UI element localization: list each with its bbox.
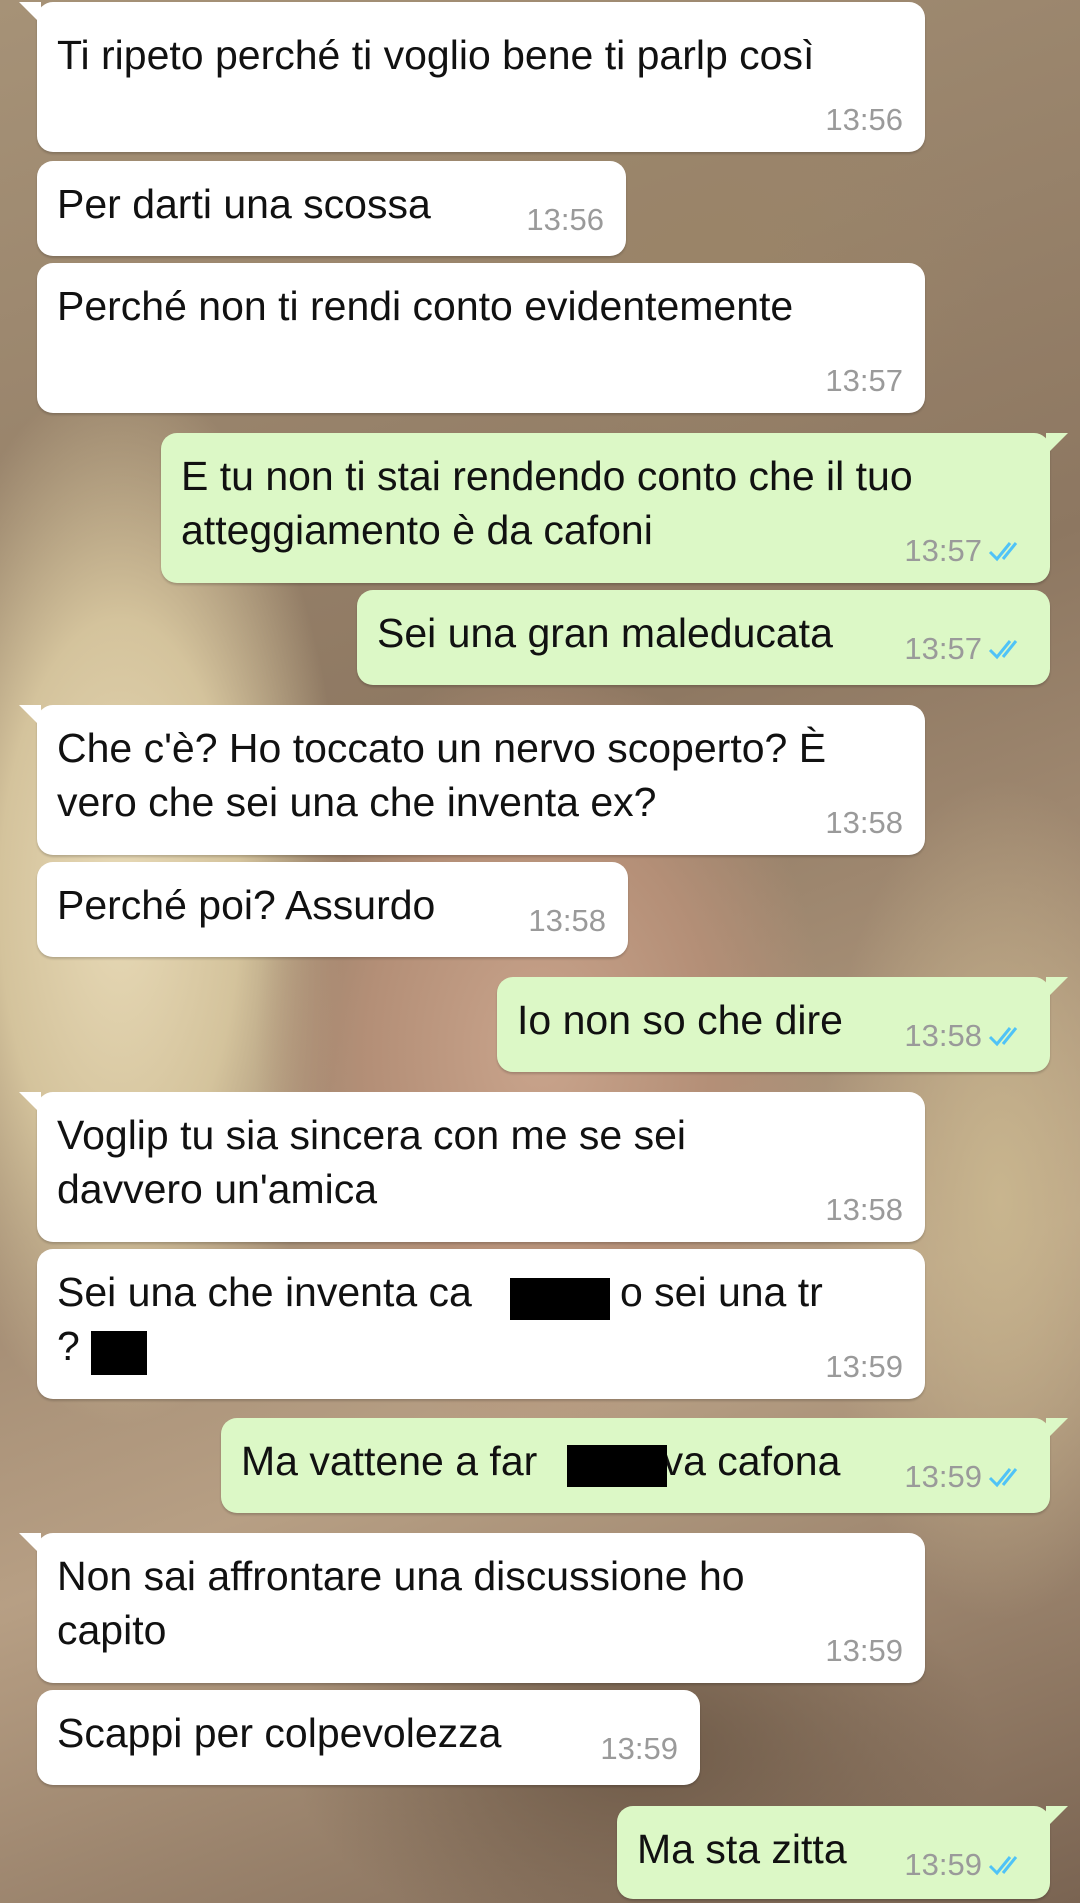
message-meta: 13:57 <box>904 631 1028 667</box>
message-list[interactable]: Ti ripeto perché ti voglio bene ti parlp… <box>0 0 1080 1903</box>
outgoing-message[interactable]: E tu non ti stai rendendo conto che il t… <box>161 433 1068 583</box>
message-time: 13:59 <box>825 1349 903 1384</box>
message-meta: 13:58 <box>825 1192 903 1228</box>
redaction-box <box>510 1278 610 1320</box>
message-time: 13:58 <box>528 903 606 938</box>
message-text: Che c'è? Ho toccato un nervo scoperto? È… <box>57 725 838 825</box>
outgoing-message[interactable]: Ma sta zitta 13:59 <box>617 1806 1068 1899</box>
message-text: Voglip tu sia sincera con me se sei davv… <box>57 1112 698 1212</box>
incoming-message[interactable]: Perché poi? Assurdo 13:58 <box>37 862 628 957</box>
incoming-message[interactable]: Che c'è? Ho toccato un nervo scoperto? È… <box>19 705 925 855</box>
message-text: Sei una che inventa ca e o sei una tr ? <box>57 1269 880 1369</box>
outgoing-message[interactable]: Sei una gran maleducata 13:57 <box>357 590 1050 685</box>
message-time: 13:59 <box>904 1847 982 1882</box>
message-text: Non sai affrontare una discussione ho ca… <box>57 1553 756 1653</box>
incoming-message[interactable]: Ti ripeto perché ti voglio bene ti parlp… <box>19 2 925 152</box>
double-check-icon <box>988 1468 1018 1488</box>
message-time: 13:57 <box>904 631 982 666</box>
message-time: 13:56 <box>526 202 604 237</box>
redaction-box <box>91 1331 147 1375</box>
incoming-message[interactable]: Per darti una scossa 13:56 <box>37 161 626 256</box>
incoming-message[interactable]: Sei una che inventa ca e o sei una tr ? … <box>37 1249 925 1399</box>
message-meta: 13:58 <box>528 903 606 939</box>
message-time: 13:59 <box>825 1633 903 1668</box>
double-check-icon <box>988 1027 1018 1047</box>
double-check-icon <box>988 640 1018 660</box>
message-time: 13:58 <box>904 1018 982 1053</box>
message-time: 13:58 <box>825 1192 903 1227</box>
message-text: Per darti una scossa <box>57 181 431 227</box>
message-text: Scappi per colpevolezza <box>57 1710 502 1756</box>
message-meta: 13:58 <box>825 805 903 841</box>
message-meta: 13:57 <box>904 533 1028 569</box>
message-time: 13:56 <box>825 102 903 137</box>
message-time: 13:58 <box>825 805 903 840</box>
message-meta: 13:59 <box>825 1349 903 1385</box>
double-check-icon <box>988 1856 1018 1876</box>
message-text: E tu non ti stai rendendo conto che il t… <box>181 453 925 553</box>
outgoing-message[interactable]: Io non so che dire 13:58 <box>497 977 1068 1072</box>
message-meta: 13:59 <box>904 1847 1028 1883</box>
message-time: 13:59 <box>904 1459 982 1494</box>
incoming-message[interactable]: Non sai affrontare una discussione ho ca… <box>19 1533 925 1683</box>
message-meta: 13:56 <box>825 102 903 138</box>
message-text: Perché poi? Assurdo <box>57 882 436 928</box>
message-meta: 13:56 <box>526 202 604 238</box>
outgoing-message[interactable]: Ma vattene a far o va cafona 13:59 <box>221 1418 1068 1513</box>
message-text: Perché non ti rendi conto evidentemente <box>57 283 794 329</box>
message-time: 13:57 <box>825 363 903 398</box>
message-time: 13:57 <box>904 533 982 568</box>
incoming-message[interactable]: Voglip tu sia sincera con me se sei davv… <box>19 1092 925 1242</box>
message-meta: 13:57 <box>825 363 903 399</box>
message-meta: 13:59 <box>600 1731 678 1767</box>
incoming-message[interactable]: Scappi per colpevolezza 13:59 <box>37 1690 700 1785</box>
message-meta: 13:59 <box>904 1459 1028 1495</box>
message-time: 13:59 <box>600 1731 678 1766</box>
redaction-box <box>567 1445 667 1487</box>
message-meta: 13:58 <box>904 1018 1028 1054</box>
incoming-message[interactable]: Perché non ti rendi conto evidentemente … <box>37 263 925 413</box>
message-text: Ti ripeto perché ti voglio bene ti parlp… <box>57 32 815 78</box>
double-check-icon <box>988 542 1018 562</box>
message-meta: 13:59 <box>825 1633 903 1669</box>
